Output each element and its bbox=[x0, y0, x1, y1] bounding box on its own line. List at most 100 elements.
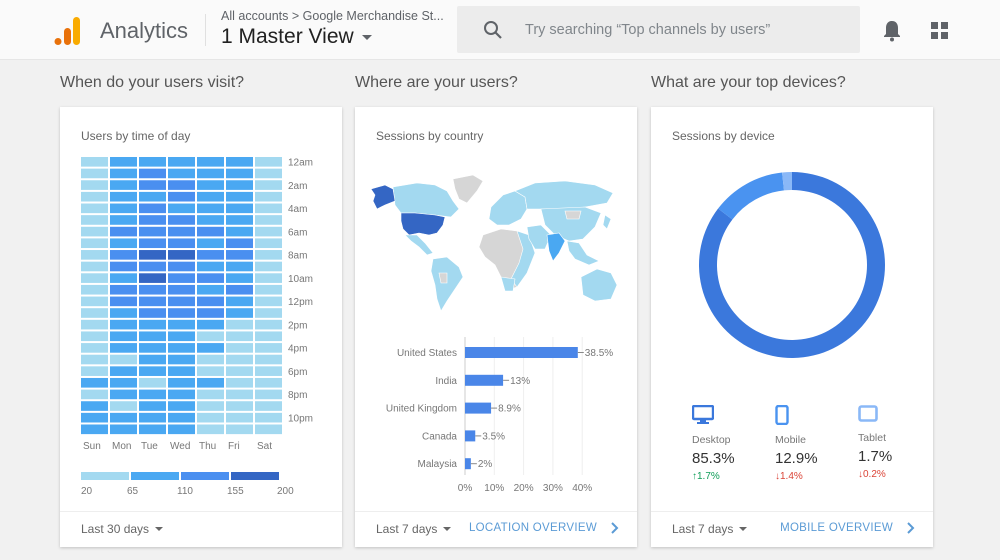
heatmap-cell[interactable] bbox=[226, 215, 253, 225]
heatmap-cell[interactable] bbox=[226, 261, 253, 272]
heatmap-cell[interactable] bbox=[110, 296, 137, 307]
heatmap-cell[interactable] bbox=[197, 424, 224, 435]
heatmap-cell[interactable] bbox=[81, 180, 108, 190]
heatmap-cell[interactable] bbox=[81, 412, 108, 423]
heatmap-cell[interactable] bbox=[81, 238, 108, 249]
heatmap-cell[interactable] bbox=[110, 343, 137, 353]
heatmap-cell[interactable] bbox=[139, 284, 166, 295]
heatmap-cell[interactable] bbox=[81, 366, 108, 376]
heatmap-cell[interactable] bbox=[139, 238, 166, 249]
heatmap-cell[interactable] bbox=[139, 331, 166, 342]
heatmap-cell[interactable] bbox=[168, 319, 195, 330]
apps-grid-icon[interactable] bbox=[931, 22, 949, 40]
heatmap-cell[interactable] bbox=[81, 319, 108, 330]
country-bar[interactable] bbox=[465, 430, 476, 442]
chevron-right-icon[interactable] bbox=[907, 522, 915, 534]
heatmap-cell[interactable] bbox=[168, 389, 195, 400]
mobile-overview-link[interactable]: MOBILE OVERVIEW bbox=[780, 522, 893, 534]
heatmap-cell[interactable] bbox=[197, 180, 224, 190]
heatmap-cell[interactable] bbox=[110, 226, 137, 237]
heatmap-cell[interactable] bbox=[255, 250, 282, 260]
heatmap-cell[interactable] bbox=[226, 273, 253, 283]
heatmap-cell[interactable] bbox=[197, 168, 224, 179]
heatmap-cell[interactable] bbox=[139, 273, 166, 283]
heatmap-cell[interactable] bbox=[110, 203, 137, 214]
heatmap-cell[interactable] bbox=[255, 226, 282, 237]
heatmap-cell[interactable] bbox=[81, 261, 108, 272]
heatmap-cell[interactable] bbox=[255, 308, 282, 318]
heatmap-cell[interactable] bbox=[168, 203, 195, 214]
heatmap-cell[interactable] bbox=[255, 319, 282, 330]
heatmap-cell[interactable] bbox=[255, 389, 282, 400]
heatmap-cell[interactable] bbox=[168, 377, 195, 388]
heatmap-cell[interactable] bbox=[139, 180, 166, 190]
heatmap-cell[interactable] bbox=[81, 250, 108, 260]
heatmap-cell[interactable] bbox=[255, 157, 282, 167]
heatmap-cell[interactable] bbox=[81, 296, 108, 307]
country-bar[interactable] bbox=[465, 347, 578, 358]
heatmap-cell[interactable] bbox=[255, 401, 282, 411]
heatmap-cell[interactable] bbox=[255, 296, 282, 307]
heatmap-cell[interactable] bbox=[197, 401, 224, 411]
heatmap-cell[interactable] bbox=[226, 284, 253, 295]
heatmap-cell[interactable] bbox=[168, 296, 195, 307]
heatmap-cell[interactable] bbox=[255, 273, 282, 283]
heatmap-cell[interactable] bbox=[139, 412, 166, 423]
heatmap-cell[interactable] bbox=[226, 401, 253, 411]
heatmap-cell[interactable] bbox=[255, 366, 282, 376]
country-bar[interactable] bbox=[465, 374, 504, 386]
heatmap-cell[interactable] bbox=[110, 412, 137, 423]
heatmap-cell[interactable] bbox=[110, 168, 137, 179]
heatmap-cell[interactable] bbox=[139, 401, 166, 411]
search-input[interactable] bbox=[525, 21, 825, 38]
heatmap-cell[interactable] bbox=[139, 215, 166, 225]
heatmap-cell[interactable] bbox=[197, 191, 224, 202]
heatmap-cell[interactable] bbox=[81, 401, 108, 411]
heatmap-cell[interactable] bbox=[168, 412, 195, 423]
heatmap-cell[interactable] bbox=[110, 250, 137, 260]
heatmap-cell[interactable] bbox=[81, 168, 108, 179]
heatmap-cell[interactable] bbox=[81, 215, 108, 225]
heatmap-cell[interactable] bbox=[168, 366, 195, 376]
heatmap-cell[interactable] bbox=[255, 261, 282, 272]
heatmap-cell[interactable] bbox=[255, 168, 282, 179]
heatmap-cell[interactable] bbox=[255, 412, 282, 423]
date-range-selector[interactable]: Last 30 days bbox=[81, 522, 164, 536]
search-bar[interactable] bbox=[457, 6, 860, 53]
heatmap-cell[interactable] bbox=[139, 389, 166, 400]
location-overview-link[interactable]: LOCATION OVERVIEW bbox=[469, 522, 597, 534]
heatmap-cell[interactable] bbox=[226, 191, 253, 202]
heatmap-cell[interactable] bbox=[81, 308, 108, 318]
donut-slice-mobile[interactable] bbox=[718, 172, 784, 220]
heatmap-cell[interactable] bbox=[226, 366, 253, 376]
heatmap-cell[interactable] bbox=[168, 168, 195, 179]
heatmap-cell[interactable] bbox=[81, 389, 108, 400]
heatmap-cell[interactable] bbox=[197, 203, 224, 214]
heatmap-cell[interactable] bbox=[226, 424, 253, 435]
heatmap-cell[interactable] bbox=[168, 180, 195, 190]
bell-icon[interactable] bbox=[882, 20, 902, 42]
heatmap-cell[interactable] bbox=[110, 191, 137, 202]
heatmap-cell[interactable] bbox=[197, 366, 224, 376]
heatmap-cell[interactable] bbox=[168, 273, 195, 283]
heatmap-cell[interactable] bbox=[197, 296, 224, 307]
heatmap-cell[interactable] bbox=[81, 331, 108, 342]
heatmap-cell[interactable] bbox=[168, 238, 195, 249]
heatmap-cell[interactable] bbox=[168, 191, 195, 202]
heatmap-cell[interactable] bbox=[81, 377, 108, 388]
heatmap-cell[interactable] bbox=[81, 203, 108, 214]
world-map[interactable] bbox=[355, 169, 637, 319]
heatmap-cell[interactable] bbox=[81, 284, 108, 295]
heatmap-cell[interactable] bbox=[255, 180, 282, 190]
heatmap-cell[interactable] bbox=[110, 366, 137, 376]
date-range-selector[interactable]: Last 7 days bbox=[672, 522, 748, 536]
heatmap-cell[interactable] bbox=[110, 401, 137, 411]
heatmap-cell[interactable] bbox=[110, 157, 137, 167]
heatmap-cell[interactable] bbox=[226, 377, 253, 388]
heatmap-cell[interactable] bbox=[197, 250, 224, 260]
heatmap-cell[interactable] bbox=[81, 226, 108, 237]
country-bar[interactable] bbox=[465, 458, 471, 470]
heatmap-cell[interactable] bbox=[226, 180, 253, 190]
heatmap-cell[interactable] bbox=[197, 412, 224, 423]
heatmap-cell[interactable] bbox=[226, 238, 253, 249]
